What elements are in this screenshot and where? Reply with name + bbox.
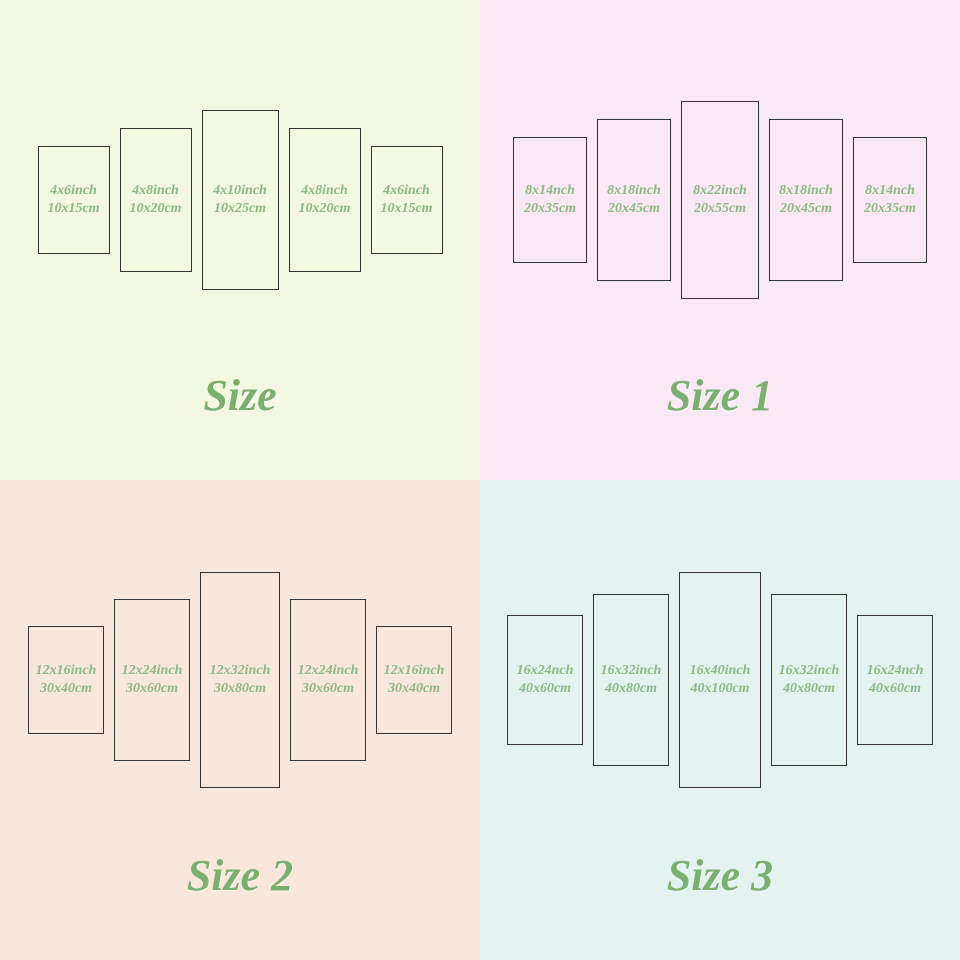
panel-1: 4x8inch10x20cm [120, 128, 192, 272]
panel-0: 8x14nch20x35cm [513, 137, 587, 263]
panel-inch-label: 4x6inch [383, 182, 430, 200]
panel-inch-label: 12x32inch [210, 662, 271, 680]
panel-1: 16x32inch40x80cm [593, 594, 669, 766]
panel-cm-label: 40x100cm [690, 680, 749, 698]
quadrant-title: Size 2 [187, 850, 293, 901]
panels-group: 4x6inch10x15cm4x8inch10x20cm4x10inch10x2… [38, 70, 443, 330]
panel-inch-label: 8x14nch [865, 182, 915, 200]
panel-0: 16x24nch40x60cm [507, 615, 583, 745]
panel-inch-label: 8x14nch [525, 182, 575, 200]
panels-group: 16x24nch40x60cm16x32inch40x80cm16x40inch… [507, 550, 933, 810]
panel-inch-label: 16x32inch [779, 662, 840, 680]
panel-cm-label: 10x20cm [129, 200, 181, 218]
panel-cm-label: 10x15cm [47, 200, 99, 218]
quadrant-title: Size [203, 370, 276, 421]
panel-inch-label: 4x6inch [50, 182, 97, 200]
size-quadrant-1: 8x14nch20x35cm8x18inch20x45cm8x22inch20x… [480, 0, 960, 480]
panel-inch-label: 8x18inch [779, 182, 833, 200]
panel-cm-label: 30x60cm [302, 680, 354, 698]
panel-cm-label: 20x35cm [864, 200, 916, 218]
panel-inch-label: 12x16inch [36, 662, 97, 680]
panel-cm-label: 30x60cm [126, 680, 178, 698]
panel-inch-label: 4x8inch [132, 182, 179, 200]
panel-4: 12x16inch30x40cm [376, 626, 452, 734]
panel-3: 8x18inch20x45cm [769, 119, 843, 281]
panel-cm-label: 20x45cm [780, 200, 832, 218]
panel-0: 12x16inch30x40cm [28, 626, 104, 734]
panel-4: 4x6inch10x15cm [371, 146, 443, 254]
panel-cm-label: 20x45cm [608, 200, 660, 218]
panel-1: 8x18inch20x45cm [597, 119, 671, 281]
panel-2: 8x22inch20x55cm [681, 101, 759, 299]
panel-cm-label: 30x80cm [214, 680, 266, 698]
panels-group: 8x14nch20x35cm8x18inch20x45cm8x22inch20x… [513, 70, 927, 330]
panel-2: 16x40inch40x100cm [679, 572, 761, 788]
panel-cm-label: 10x25cm [214, 200, 266, 218]
panel-inch-label: 16x24nch [867, 662, 924, 680]
panel-inch-label: 12x24inch [122, 662, 183, 680]
panel-1: 12x24inch30x60cm [114, 599, 190, 761]
size-quadrant-3: 16x24nch40x60cm16x32inch40x80cm16x40inch… [480, 480, 960, 960]
quadrant-title: Size 1 [667, 370, 773, 421]
panel-cm-label: 40x80cm [605, 680, 657, 698]
panel-3: 12x24inch30x60cm [290, 599, 366, 761]
panel-cm-label: 30x40cm [388, 680, 440, 698]
panel-cm-label: 40x80cm [783, 680, 835, 698]
quadrant-title: Size 3 [667, 850, 773, 901]
size-quadrant-0: 4x6inch10x15cm4x8inch10x20cm4x10inch10x2… [0, 0, 480, 480]
panel-inch-label: 4x10inch [213, 182, 267, 200]
panel-4: 16x24nch40x60cm [857, 615, 933, 745]
panel-inch-label: 12x16inch [384, 662, 445, 680]
panel-2: 12x32inch30x80cm [200, 572, 280, 788]
panel-cm-label: 30x40cm [40, 680, 92, 698]
panel-3: 4x8inch10x20cm [289, 128, 361, 272]
panel-3: 16x32inch40x80cm [771, 594, 847, 766]
panel-cm-label: 20x55cm [694, 200, 746, 218]
panel-inch-label: 16x32inch [601, 662, 662, 680]
panel-cm-label: 40x60cm [519, 680, 571, 698]
panel-inch-label: 12x24inch [298, 662, 359, 680]
panel-cm-label: 20x35cm [524, 200, 576, 218]
panel-inch-label: 4x8inch [301, 182, 348, 200]
panel-0: 4x6inch10x15cm [38, 146, 110, 254]
size-quadrant-2: 12x16inch30x40cm12x24inch30x60cm12x32inc… [0, 480, 480, 960]
panel-cm-label: 40x60cm [869, 680, 921, 698]
panel-inch-label: 16x24nch [517, 662, 574, 680]
panel-4: 8x14nch20x35cm [853, 137, 927, 263]
panel-cm-label: 10x15cm [380, 200, 432, 218]
panel-2: 4x10inch10x25cm [202, 110, 279, 290]
panel-inch-label: 16x40inch [690, 662, 751, 680]
panel-inch-label: 8x22inch [693, 182, 747, 200]
panel-inch-label: 8x18inch [607, 182, 661, 200]
panel-cm-label: 10x20cm [298, 200, 350, 218]
panels-group: 12x16inch30x40cm12x24inch30x60cm12x32inc… [28, 550, 452, 810]
